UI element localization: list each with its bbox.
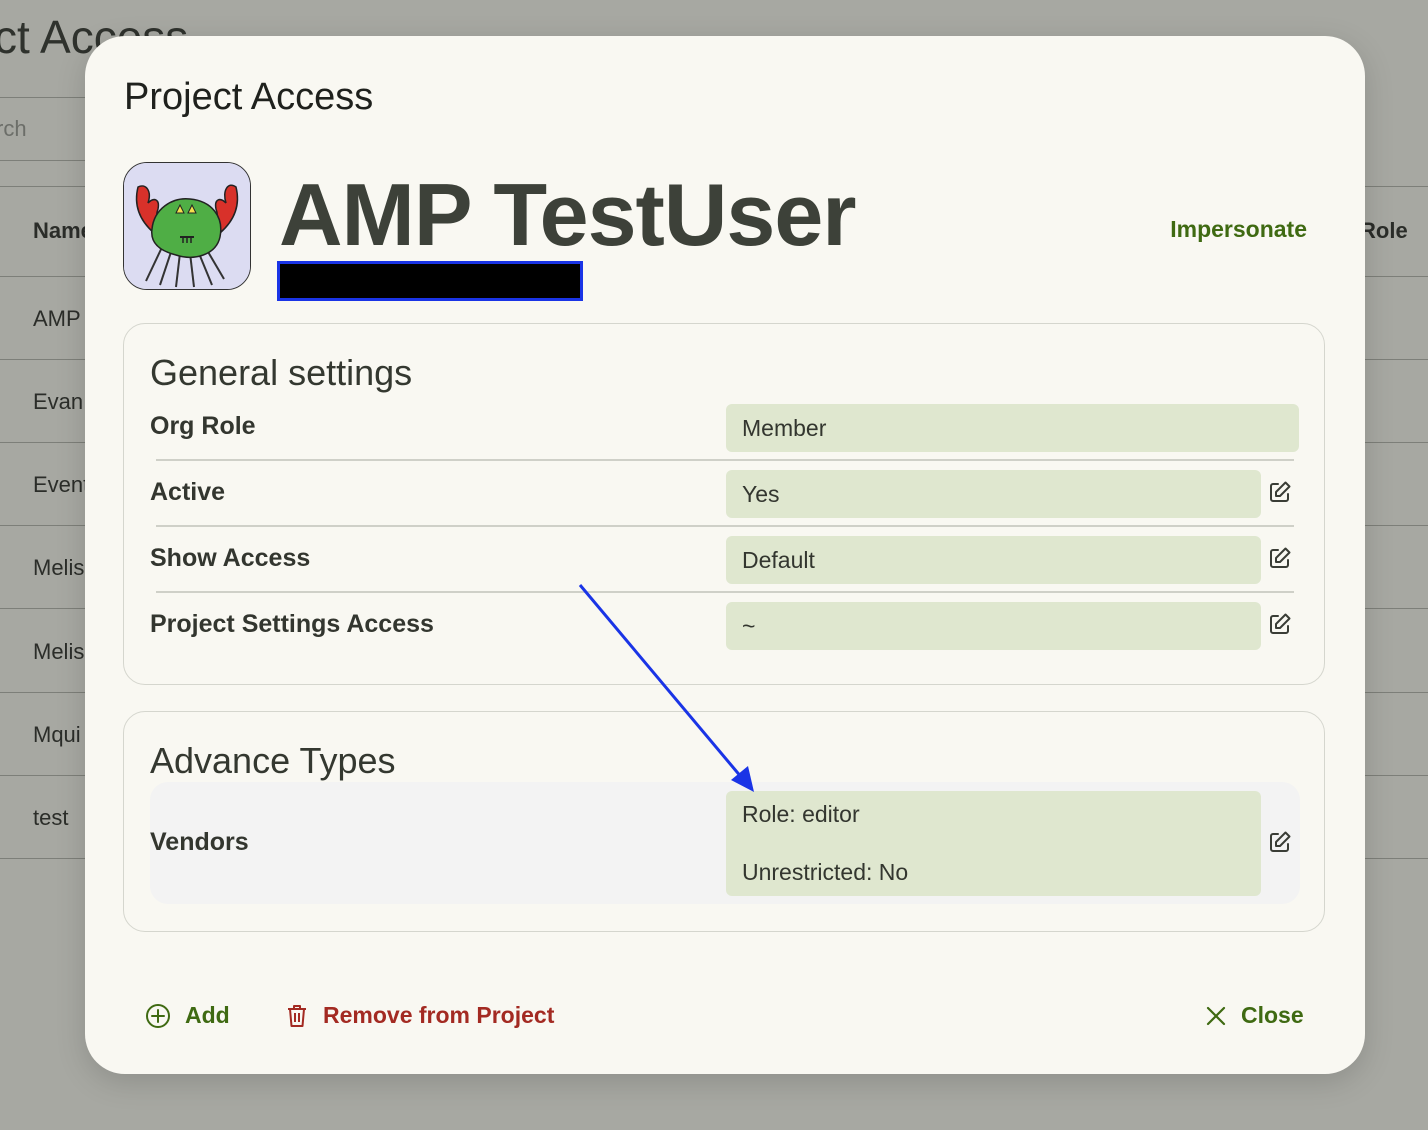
remove-from-project-button[interactable]: Remove from Project [285, 1002, 554, 1029]
close-button[interactable]: Close [1205, 1002, 1304, 1029]
impersonate-button[interactable]: Impersonate [1170, 216, 1307, 243]
table-row[interactable]: Evan [33, 389, 83, 415]
project-settings-access-label: Project Settings Access [150, 610, 434, 638]
add-circle-icon [146, 1003, 170, 1028]
table-row[interactable]: Melis [33, 555, 84, 581]
table-row[interactable]: Mqui [33, 722, 81, 748]
active-value: Yes [726, 470, 1261, 518]
add-button[interactable]: Add [145, 1002, 230, 1029]
dialog-title: Project Access [124, 76, 374, 118]
project-settings-access-value: ~ [726, 602, 1261, 650]
avatar [123, 162, 251, 290]
trash-icon [288, 1004, 306, 1027]
add-button-label: Add [185, 1002, 230, 1028]
org-role-value: Member [726, 404, 1299, 452]
table-row[interactable]: AMP [33, 306, 81, 332]
close-button-label: Close [1241, 1002, 1304, 1028]
table-row[interactable]: Event [33, 472, 89, 498]
table-row[interactable]: Melis [33, 639, 84, 665]
vendors-label: Vendors [150, 828, 249, 856]
advance-types-card: Advance Types Vendors Role: editor Unres… [123, 711, 1325, 932]
divider [156, 525, 1294, 527]
vendors-value: Role: editor Unrestricted: No [726, 791, 1261, 896]
edit-icon[interactable] [1268, 612, 1292, 636]
org-role-label: Org Role [150, 412, 256, 440]
close-icon [1206, 1006, 1226, 1025]
user-name-heading: AMP TestUser [279, 165, 856, 264]
background-search-input[interactable]: rch [0, 116, 27, 142]
edit-icon[interactable] [1268, 830, 1292, 854]
show-access-label: Show Access [150, 544, 311, 572]
remove-button-label: Remove from Project [323, 1002, 555, 1028]
edit-icon[interactable] [1268, 546, 1292, 570]
show-access-value: Default [726, 536, 1261, 584]
divider [156, 459, 1294, 461]
column-header-role[interactable]: Role [1360, 218, 1408, 244]
project-access-dialog: Project Access AMP TestUser Impersonate … [85, 36, 1365, 1074]
redacted-email [277, 261, 583, 301]
vendors-unrestricted-text: Unrestricted: No [742, 859, 909, 885]
column-header-name[interactable]: Name [33, 218, 93, 244]
vendors-row: Vendors Role: editor Unrestricted: No [150, 782, 1300, 904]
general-settings-title: General settings [150, 352, 413, 393]
general-settings-card: General settings Org Role Member Active … [123, 323, 1325, 685]
advance-types-title: Advance Types [150, 740, 396, 781]
active-label: Active [150, 478, 226, 506]
divider [156, 591, 1294, 593]
edit-icon[interactable] [1268, 480, 1292, 504]
vendors-role-text: Role: editor [742, 801, 860, 827]
avatar-crab-image [124, 163, 250, 289]
table-row[interactable]: test [33, 805, 68, 831]
